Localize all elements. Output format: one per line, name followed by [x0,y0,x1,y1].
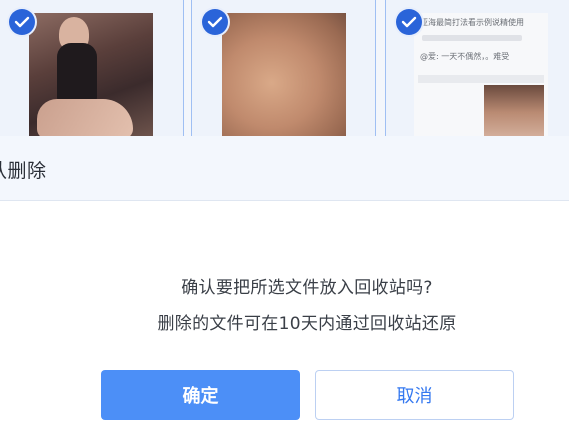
checkmark-icon[interactable] [9,9,35,35]
confirm-button[interactable]: 确定 [101,370,300,420]
dialog-submessage: 删除的文件可在10天内通过回收站还原 [157,314,457,334]
file-thumbnail: 亚海最简打法看示例说精使用 @爱: 一天不偶然，。难受 [414,13,548,140]
file-grid: 亚海最简打法看示例说精使用 @爱: 一天不偶然，。难受 [0,0,569,140]
dialog-header: 认删除 [0,136,569,201]
dialog-message: 确认要把所选文件放入回收站吗? [181,278,433,298]
cancel-button[interactable]: 取消 [315,370,514,420]
checkmark-icon[interactable] [396,9,422,35]
checkmark-icon[interactable] [202,9,228,35]
file-thumbnail [222,13,346,140]
dialog-title: 认删除 [0,160,47,182]
file-card[interactable]: 亚海最简打法看示例说精使用 @爱: 一天不偶然，。难受 [385,0,569,140]
file-card[interactable] [0,0,184,140]
dialog-body: 确认要把所选文件放入回收站吗? 删除的文件可在10天内通过回收站还原 确定 取消 [0,201,569,428]
preview-text: @爱: 一天不偶然，。难受 [420,52,510,61]
thumbnail-figure-legs [37,99,133,139]
screen: 亚海最简打法看示例说精使用 @爱: 一天不偶然，。难受 认删除 确认要把所选文件… [0,0,569,428]
file-thumbnail [29,13,153,140]
preview-bar [418,75,544,83]
preview-text: 亚海最简打法看示例说精使用 [420,18,524,27]
file-card[interactable] [191,0,376,140]
thumbnail-figure-dress [57,43,97,105]
preview-line [422,35,522,41]
preview-photo [484,85,544,140]
